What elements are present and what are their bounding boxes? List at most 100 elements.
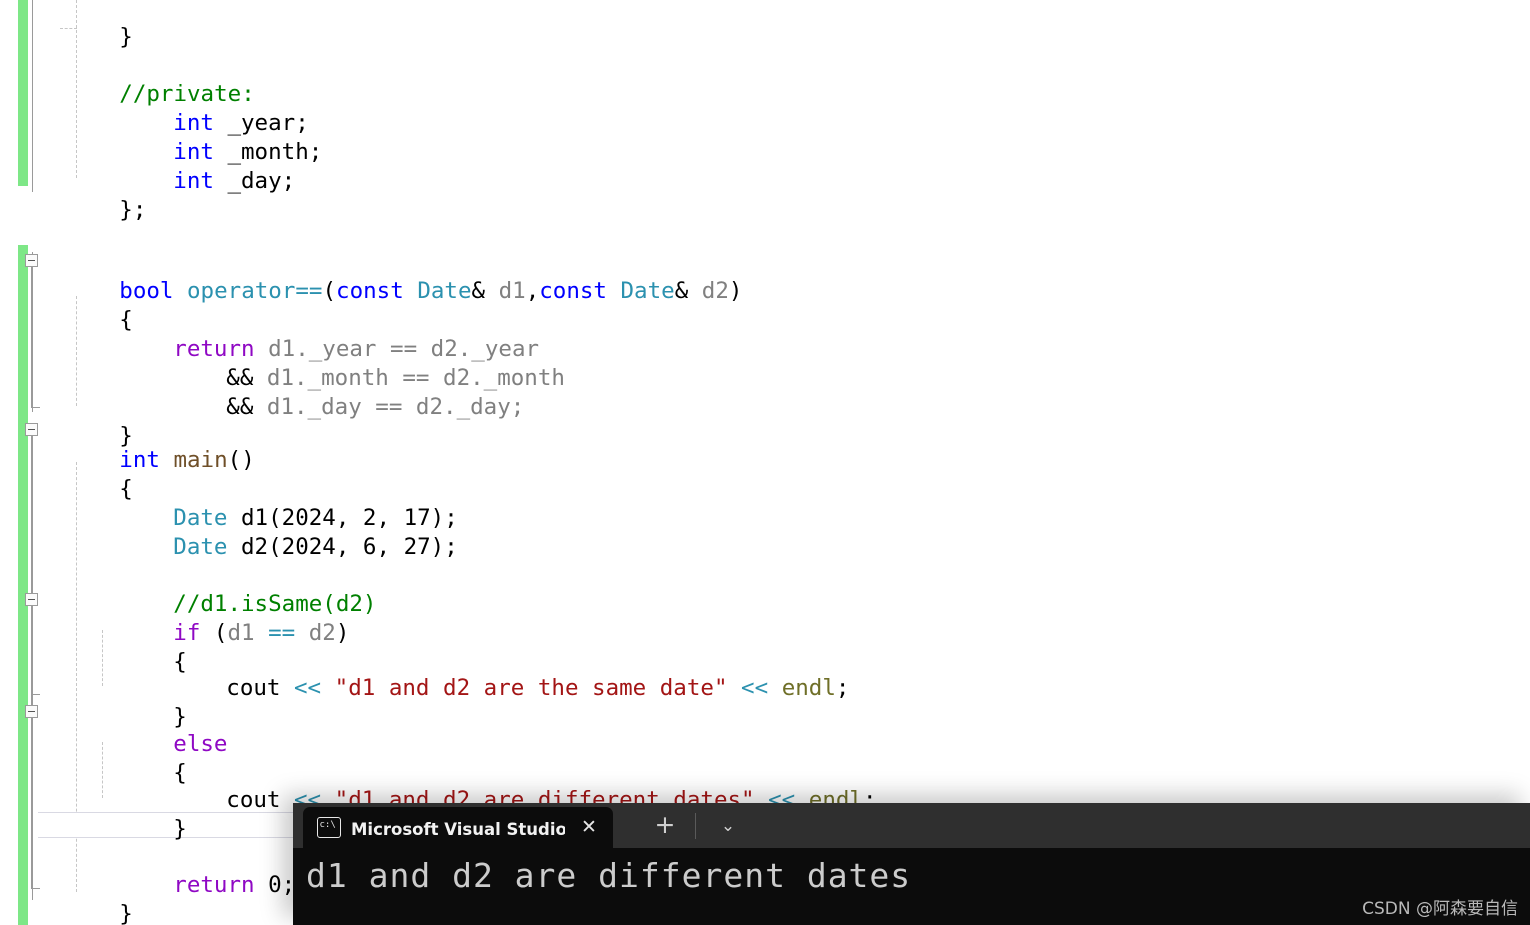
code-line[interactable]: Date d1(2024, 2, 17); <box>92 475 457 531</box>
csdn-watermark: CSDN @阿森要自信 <box>1362 899 1518 919</box>
terminal-tab-title: Microsoft Visual Studio 调试控 <box>351 819 565 839</box>
token-control-return: return <box>173 872 255 898</box>
code-line[interactable]: } <box>92 786 187 842</box>
change-indicator-bar <box>18 0 28 186</box>
code-line[interactable]: Date d2(2024, 6, 27); <box>92 504 457 560</box>
token-identifier-day: _day; <box>227 168 296 194</box>
code-line[interactable]: { <box>38 277 133 333</box>
token-type-Date: Date <box>173 534 228 560</box>
code-line[interactable]: } <box>92 674 187 730</box>
terminal-output-line: d1 and d2 are different dates <box>306 856 912 895</box>
code-line[interactable]: else <box>92 701 227 757</box>
token-param-d2: d2 <box>701 278 729 304</box>
token-keyword-const: const <box>539 278 607 304</box>
token-paren: ( <box>213 620 228 646</box>
token-brace: } <box>173 816 187 842</box>
fold-connector <box>31 267 32 407</box>
token-paren: ( <box>322 278 337 304</box>
token-expr: d1._day == d2._day; <box>266 394 525 420</box>
fold-toggle-main[interactable] <box>25 423 38 436</box>
selection-margin-rule <box>32 425 33 900</box>
code-line[interactable]: int main() <box>38 417 254 473</box>
token-keyword-int: int <box>173 168 214 194</box>
token-return-value: 0; <box>268 872 296 898</box>
fold-connector <box>31 606 32 694</box>
token-brace: } <box>119 901 133 925</box>
terminal-tab[interactable]: Microsoft Visual Studio 调试控 ✕ <box>303 807 613 848</box>
code-line[interactable]: { <box>92 619 187 675</box>
code-line[interactable]: cout << "d1 and d2 are the same date" <<… <box>145 645 849 701</box>
token-operator-eq: == <box>268 620 296 646</box>
code-line[interactable]: bool operator==(const Date& d1,const Dat… <box>38 248 742 304</box>
token-operand-d2: d2 <box>295 620 336 646</box>
terminal-output-area[interactable]: d1 and d2 are different dates CSDN @阿森要自… <box>293 848 1530 925</box>
code-line[interactable]: if (d1 == d2) <box>92 590 349 646</box>
token-function-main: main <box>173 447 228 473</box>
console-icon <box>317 817 341 838</box>
code-line[interactable]: }; <box>38 167 146 223</box>
token-semicolon: ; <box>835 675 850 701</box>
selection-margin-rule <box>32 0 33 192</box>
new-tab-button[interactable]: + <box>648 809 682 843</box>
fold-toggle-if[interactable] <box>25 593 38 606</box>
fold-connector <box>31 718 32 806</box>
token-paren: ) <box>335 620 350 646</box>
token-operator-shift: << <box>294 675 322 701</box>
terminal-window[interactable]: Microsoft Visual Studio 调试控 ✕ + ⌄ d1 and… <box>293 803 1530 925</box>
code-line[interactable]: cout << "d1 and d2 are different dates" … <box>145 757 876 813</box>
token-amp: & <box>471 278 499 304</box>
terminal-tab-bar[interactable]: Microsoft Visual Studio 调试控 ✕ + ⌄ <box>293 803 1530 848</box>
code-line[interactable]: return d1._year == d2._year <box>92 306 539 362</box>
token-param-d1: d1 <box>498 278 526 304</box>
code-line[interactable]: { <box>92 730 187 786</box>
token-type-Date: Date <box>417 278 472 304</box>
fold-connector-foot <box>31 694 40 695</box>
token-keyword-const: const <box>336 278 404 304</box>
fold-toggle-else[interactable] <box>25 705 38 718</box>
toolbar-divider <box>695 813 696 839</box>
code-line[interactable]: int _year; <box>92 80 308 136</box>
screenshot-root: } //private: int _year; int _month; int … <box>0 0 1530 925</box>
code-line[interactable]: { <box>38 446 133 502</box>
code-line[interactable]: } <box>38 871 133 925</box>
token-brace: } <box>119 24 133 50</box>
token-io-endl: endl <box>781 675 836 701</box>
code-editor[interactable]: } //private: int _year; int _month; int … <box>0 0 1530 925</box>
token-amp: & <box>674 278 702 304</box>
token-operator-decl: operator== <box>187 278 323 304</box>
code-line[interactable]: return 0; <box>92 842 295 898</box>
token-type-Date: Date <box>620 278 675 304</box>
close-icon[interactable]: ✕ <box>575 818 603 837</box>
code-line[interactable]: int _month; <box>92 109 322 165</box>
code-line[interactable]: //private: <box>38 51 254 107</box>
chevron-down-icon[interactable]: ⌄ <box>711 809 745 843</box>
token-paren: ) <box>728 278 743 304</box>
token-operand-d1: d1 <box>227 620 269 646</box>
selection-margin-rule <box>32 252 33 412</box>
token-io-cout: cout <box>226 787 281 813</box>
token-class-end: }; <box>119 197 147 223</box>
token-comma: , <box>525 278 540 304</box>
code-line[interactable]: int _day; <box>92 138 295 194</box>
fold-toggle-operator[interactable] <box>25 254 38 267</box>
code-line[interactable]: //d1.isSame(d2) <box>92 561 376 617</box>
token-operator-shift: << <box>741 675 769 701</box>
code-line[interactable]: && d1._day == d2._day; <box>145 364 524 420</box>
code-line[interactable]: && d1._month == d2._month <box>145 335 565 391</box>
code-line[interactable]: } <box>38 0 133 50</box>
change-indicator-bar <box>18 245 28 925</box>
token-io-cout: cout <box>226 675 281 701</box>
